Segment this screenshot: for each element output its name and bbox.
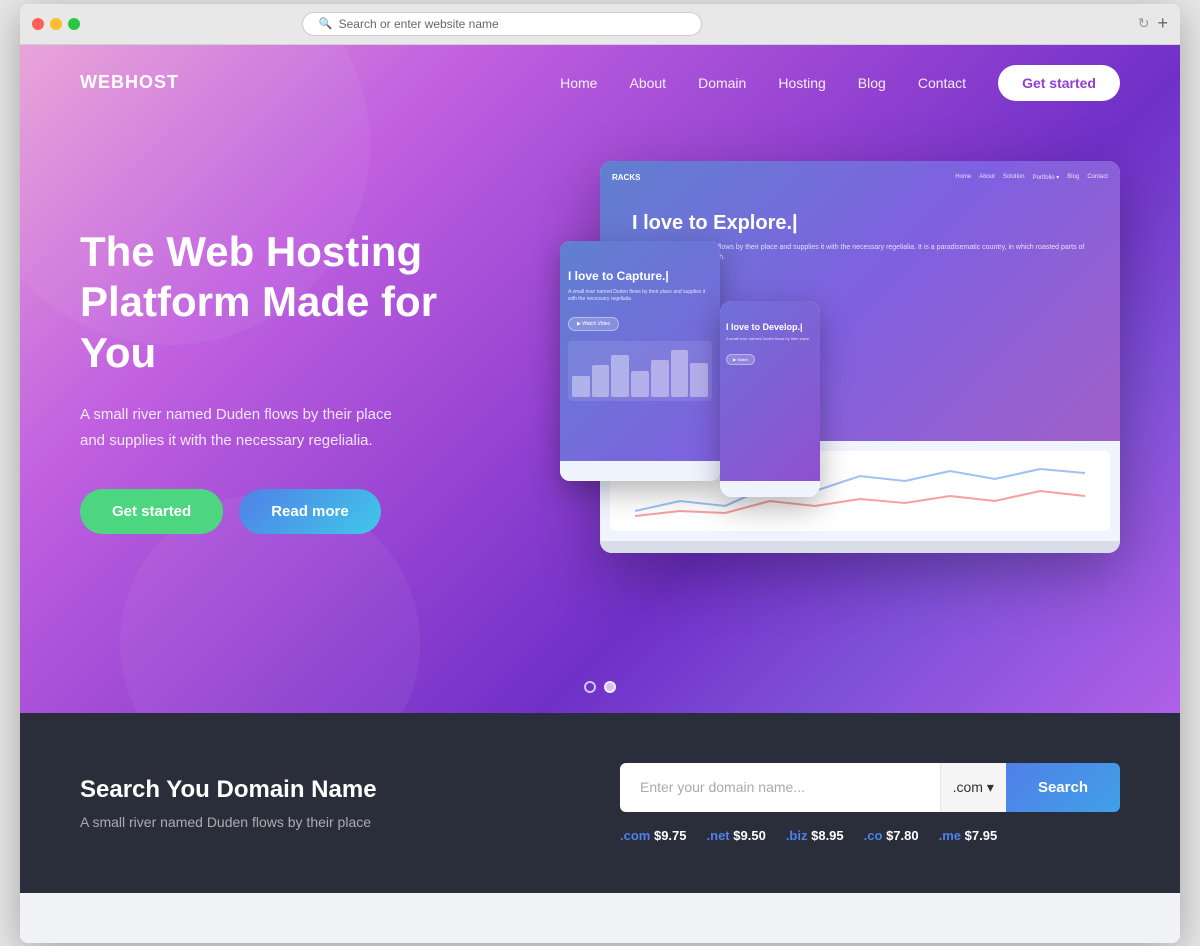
laptop-base <box>600 541 1120 553</box>
nav-link-contact[interactable]: Contact <box>918 75 966 91</box>
nav-link-home[interactable]: Home <box>560 75 597 91</box>
phone-btn: ▶ Watch <box>726 354 755 365</box>
hero-section: WEBHOST Home About Domain Hosting Blog C… <box>20 45 1180 713</box>
maximize-button[interactable] <box>68 18 80 30</box>
price-ext-net: .net <box>707 828 730 843</box>
pagination-dot-2[interactable] <box>604 681 616 693</box>
price-val-co: $7.80 <box>886 828 919 843</box>
phone-subtext: A small river named Duden flows by their… <box>726 336 814 342</box>
tablet-chart <box>568 341 712 401</box>
website-content: WEBHOST Home About Domain Hosting Blog C… <box>20 45 1180 943</box>
price-ext-co: .co <box>864 828 883 843</box>
domain-search-area: .com ▾ Search .com $9.75 .net $9.50 <box>620 763 1120 843</box>
browser-traffic-lights <box>32 18 80 30</box>
refresh-button[interactable]: ↻ <box>1138 15 1150 32</box>
laptop-nav-item-home: Home <box>955 174 971 181</box>
price-co: .co $7.80 <box>864 828 919 843</box>
domain-heading: Search You Domain Name <box>80 776 377 804</box>
price-val-biz: $8.95 <box>811 828 844 843</box>
chevron-down-icon: ▾ <box>987 779 994 796</box>
price-val-net: $9.50 <box>733 828 766 843</box>
phone-bottom <box>720 481 820 497</box>
minimize-button[interactable] <box>50 18 62 30</box>
domain-subtext: A small river named Duden flows by their… <box>80 814 377 830</box>
domain-section: Search You Domain Name A small river nam… <box>20 713 1180 893</box>
hero-text-block: The Web Hosting Platform Made for You A … <box>80 227 500 534</box>
nav-link-hosting[interactable]: Hosting <box>778 75 825 91</box>
domain-inner: Search You Domain Name A small river nam… <box>80 763 1120 843</box>
hero-title: The Web Hosting Platform Made for You <box>80 227 500 378</box>
tablet-headline: I love to Capture.| <box>568 269 712 283</box>
tablet-subtext: A small river named Duden flows by their… <box>568 289 712 304</box>
laptop-nav: Home About Solution Portfolio ▾ Blog Con… <box>955 174 1108 181</box>
browser-toolbar: 🔍 Search or enter website name ↻ + <box>20 4 1180 45</box>
domain-extension-select[interactable]: .com ▾ <box>940 763 1006 812</box>
url-text: Search or enter website name <box>339 17 499 31</box>
tablet-bottom <box>560 461 720 481</box>
price-val-me: $7.95 <box>965 828 998 843</box>
domain-extension-value: .com <box>953 779 983 795</box>
laptop-nav-item-solution: Solution <box>1003 174 1025 181</box>
hero-content: The Web Hosting Platform Made for You A … <box>20 121 1180 661</box>
hero-pagination <box>20 661 1180 713</box>
price-ext-com: .com <box>620 828 650 843</box>
price-val-com: $9.75 <box>654 828 687 843</box>
price-biz: .biz $8.95 <box>786 828 844 843</box>
laptop-nav-item-contact: Contact <box>1087 174 1108 181</box>
footer-strip <box>20 893 1180 943</box>
tablet-btn: ▶ Watch Video <box>568 317 619 331</box>
nav-link-about[interactable]: About <box>629 75 666 91</box>
nav-link-domain[interactable]: Domain <box>698 75 746 91</box>
domain-input-row: .com ▾ Search <box>620 763 1120 812</box>
laptop-nav-item-blog: Blog <box>1067 174 1079 181</box>
navbar: WEBHOST Home About Domain Hosting Blog C… <box>20 45 1180 121</box>
search-icon: 🔍 <box>319 17 333 30</box>
address-bar[interactable]: 🔍 Search or enter website name <box>302 12 702 36</box>
tablet-mockup: I love to Capture.| A small river named … <box>560 241 720 481</box>
phone-mockup: I love to Develop.| A small river named … <box>720 301 820 497</box>
domain-prices: .com $9.75 .net $9.50 .biz $8.95 .co <box>620 828 1120 843</box>
price-ext-me: .me <box>939 828 961 843</box>
hero-read-more-button[interactable]: Read more <box>239 489 381 534</box>
laptop-headline: I love to Explore.| <box>612 212 1108 235</box>
browser-window: 🔍 Search or enter website name ↻ + WEBHO… <box>20 4 1180 943</box>
nav-cta-button[interactable]: Get started <box>998 65 1120 101</box>
nav-link-blog[interactable]: Blog <box>858 75 886 91</box>
tablet-screen: I love to Capture.| A small river named … <box>560 241 720 461</box>
nav-links: Home About Domain Hosting Blog Contact G… <box>560 65 1120 101</box>
laptop-navbar: RACKS Home About Solution Portfolio ▾ Bl… <box>612 173 1108 182</box>
hero-mockups: RACKS Home About Solution Portfolio ▾ Bl… <box>520 161 1120 601</box>
laptop-nav-item-portfolio: Portfolio ▾ <box>1033 174 1060 181</box>
price-com: .com $9.75 <box>620 828 687 843</box>
hero-buttons: Get started Read more <box>80 489 500 534</box>
domain-search-button[interactable]: Search <box>1006 763 1120 812</box>
phone-screen: I love to Develop.| A small river named … <box>720 301 820 481</box>
domain-input[interactable] <box>620 763 940 812</box>
logo: WEBHOST <box>80 72 179 93</box>
hero-description: A small river named Duden flows by their… <box>80 402 420 453</box>
laptop-nav-item-about: About <box>979 174 995 181</box>
close-button[interactable] <box>32 18 44 30</box>
new-tab-button[interactable]: + <box>1157 13 1168 34</box>
phone-headline: I love to Develop.| <box>726 322 814 332</box>
hero-get-started-button[interactable]: Get started <box>80 489 223 534</box>
price-ext-biz: .biz <box>786 828 808 843</box>
pagination-dot-1[interactable] <box>584 681 596 693</box>
laptop-logo: RACKS <box>612 173 640 182</box>
domain-text: Search You Domain Name A small river nam… <box>80 776 377 830</box>
price-me: .me $7.95 <box>939 828 998 843</box>
price-net: .net $9.50 <box>707 828 766 843</box>
